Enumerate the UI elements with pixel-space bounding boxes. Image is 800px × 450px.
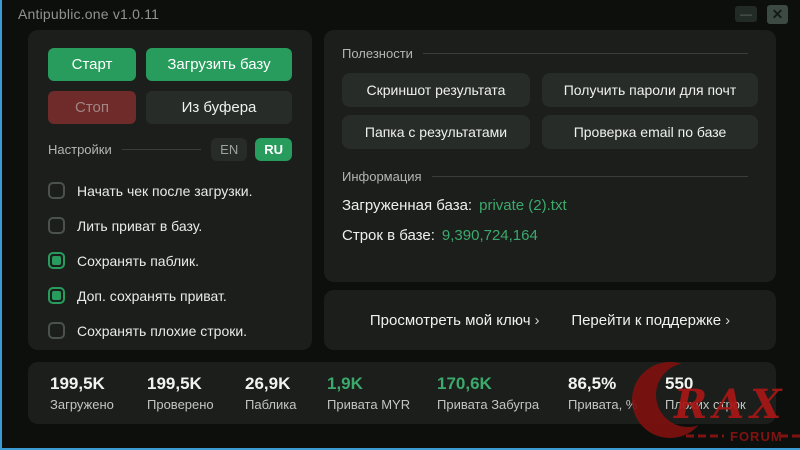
stat-privat-myr: 1,9K Привата MYR [327, 374, 437, 412]
checkbox-box[interactable] [48, 217, 65, 234]
stat-value: 86,5% [568, 374, 665, 394]
checkbox-label: Сохранять паблик. [77, 253, 199, 269]
stat-bad-lines: 550 Плохих строк [665, 374, 746, 412]
checkbox-label: Доп. сохранять приват. [77, 288, 227, 304]
minimize-button[interactable]: — [735, 6, 757, 22]
settings-checkbox-list: Начать чек после загрузки. Лить приват в… [48, 173, 292, 348]
control-panel: Старт Загрузить базу Стоп Из буфера Наст… [28, 30, 312, 350]
get-mail-passwords-button[interactable]: Получить пароли для почт [542, 73, 758, 107]
stat-checked: 199,5K Проверено [147, 374, 245, 412]
stat-value: 199,5K [50, 374, 147, 394]
results-folder-button[interactable]: Папка с результатами [342, 115, 530, 149]
chevron-right-icon: › [535, 312, 540, 329]
stat-value: 170,6K [437, 374, 568, 394]
rows-in-base-label: Строк в базе: [342, 227, 435, 244]
checkbox-extra-save-privat[interactable]: Доп. сохранять приват. [48, 278, 292, 313]
settings-header: Настройки EN RU [48, 138, 292, 161]
stat-public: 26,9K Паблика [245, 374, 327, 412]
title-bar: Antipublic.one v1.0.11 — ✕ [2, 0, 800, 28]
rows-in-base-value: 9,390,724,164 [442, 227, 538, 244]
stat-label: Загружено [50, 397, 147, 412]
lang-toggle-ru[interactable]: RU [255, 138, 292, 161]
stat-privat-percent: 86,5% Привата, % [568, 374, 665, 412]
stats-bar: 199,5K Загружено 199,5K Проверено 26,9K … [28, 362, 776, 424]
utilities-info-panel: Полезности Скриншот результата Получить … [324, 30, 776, 282]
loaded-base-label: Загруженная база: [342, 197, 472, 214]
stop-button[interactable]: Стоп [48, 91, 136, 124]
load-base-button[interactable]: Загрузить базу [146, 48, 292, 81]
stat-label: Привата MYR [327, 397, 437, 412]
start-button[interactable]: Старт [48, 48, 136, 81]
window-controls: — ✕ [735, 5, 788, 24]
checkbox-box[interactable] [48, 252, 65, 269]
stat-loaded: 199,5K Загружено [50, 374, 147, 412]
links-panel: Просмотреть мой ключ› Перейти к поддержк… [324, 290, 776, 350]
utilities-label: Полезности [342, 46, 413, 61]
view-my-key-link[interactable]: Просмотреть мой ключ› [370, 312, 540, 329]
checkbox-label: Начать чек после загрузки. [77, 183, 252, 199]
stat-label: Привата Забугра [437, 397, 568, 412]
loaded-base-row: Загруженная база: private (2).txt [342, 197, 758, 214]
window-title: Antipublic.one v1.0.11 [18, 6, 159, 22]
info-label: Информация [342, 169, 422, 184]
divider [122, 149, 201, 150]
stat-value: 1,9K [327, 374, 437, 394]
checkbox-box[interactable] [48, 322, 65, 339]
checkbox-box[interactable] [48, 182, 65, 199]
checkbox-start-check-after-load[interactable]: Начать чек после загрузки. [48, 173, 292, 208]
screenshot-result-button[interactable]: Скриншот результата [342, 73, 530, 107]
rows-in-base-row: Строк в базе: 9,390,724,164 [342, 227, 758, 244]
close-button[interactable]: ✕ [767, 5, 788, 24]
stat-label: Привата, % [568, 397, 665, 412]
checkbox-box[interactable] [48, 287, 65, 304]
stat-label: Плохих строк [665, 397, 746, 412]
settings-label: Настройки [48, 142, 112, 157]
stat-label: Проверено [147, 397, 245, 412]
stat-value: 26,9K [245, 374, 327, 394]
checkbox-save-public[interactable]: Сохранять паблик. [48, 243, 292, 278]
stat-privat-foreign: 170,6K Привата Забугра [437, 374, 568, 412]
chevron-right-icon: › [725, 312, 730, 329]
check-email-in-base-button[interactable]: Проверка email по базе [542, 115, 758, 149]
loaded-base-value: private (2).txt [479, 197, 567, 214]
checkbox-label: Лить приват в базу. [77, 218, 202, 234]
stat-value: 199,5K [147, 374, 245, 394]
stat-label: Паблика [245, 397, 327, 412]
go-to-support-link[interactable]: Перейти к поддержке› [571, 312, 730, 329]
divider [432, 176, 748, 177]
lang-toggle-en[interactable]: EN [211, 138, 247, 161]
stat-value: 550 [665, 374, 746, 394]
checkbox-label: Сохранять плохие строки. [77, 323, 247, 339]
svg-text:FORUM: FORUM [730, 429, 783, 444]
checkbox-save-bad-lines[interactable]: Сохранять плохие строки. [48, 313, 292, 348]
checkbox-pour-privat-to-base[interactable]: Лить приват в базу. [48, 208, 292, 243]
divider [423, 53, 748, 54]
from-buffer-button[interactable]: Из буфера [146, 91, 292, 124]
